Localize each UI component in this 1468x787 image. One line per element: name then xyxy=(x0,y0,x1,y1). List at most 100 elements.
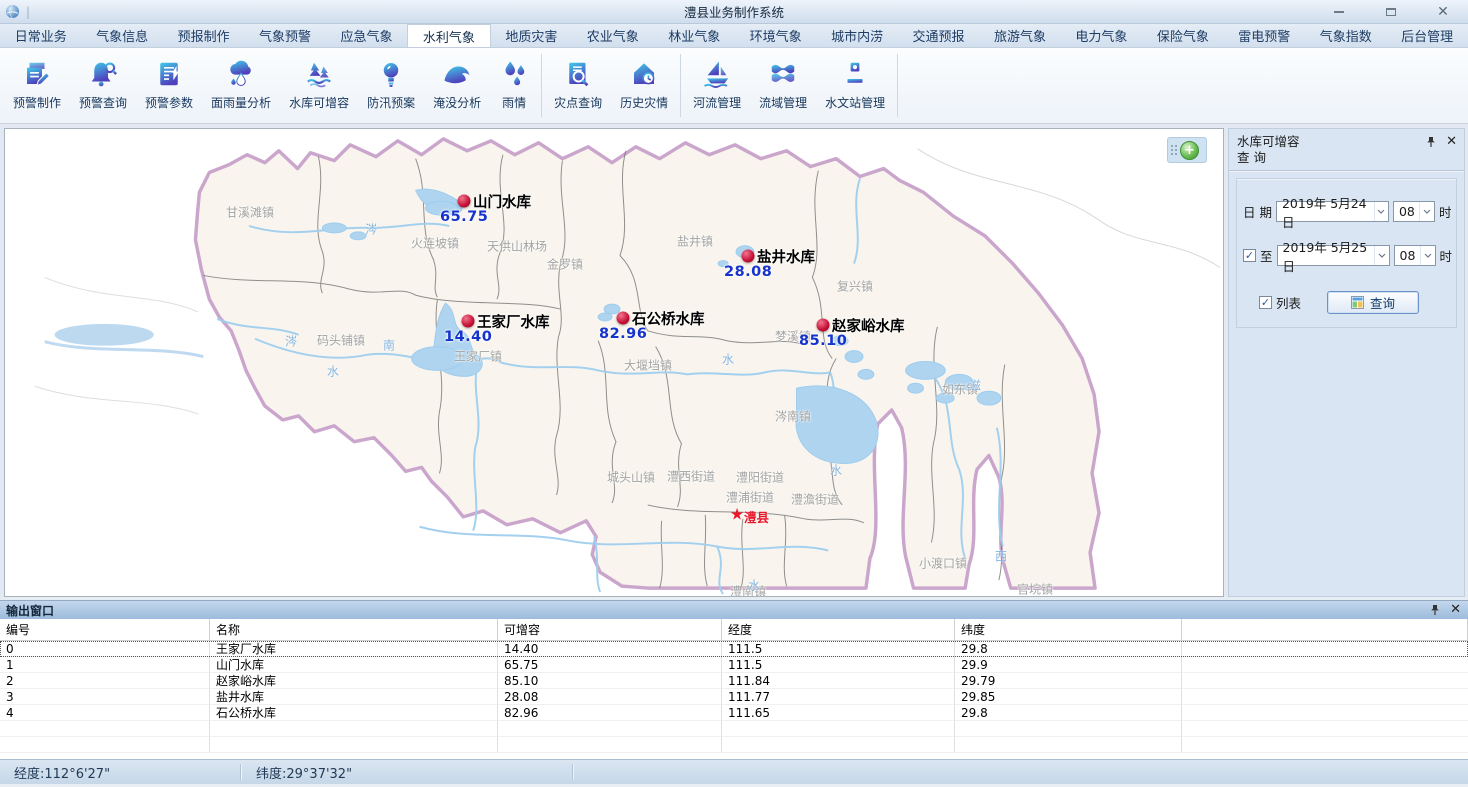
zoom-in-button[interactable]: + xyxy=(1180,141,1199,160)
toolbar-button[interactable]: 灾点查询 xyxy=(545,48,611,123)
date-to-select[interactable]: 2019年 5月25日 xyxy=(1277,245,1390,266)
toolbar-button-label: 河流管理 xyxy=(693,94,741,111)
river-label: 南 xyxy=(383,337,395,354)
menu-tab-6[interactable]: 地质灾害 xyxy=(491,24,572,47)
town-label: 天供山林场 xyxy=(487,238,547,255)
column-header[interactable]: 可增容 xyxy=(498,619,722,640)
menu-tab-11[interactable]: 交通预报 xyxy=(898,24,979,47)
hour-suffix-label: 时 xyxy=(1440,246,1453,265)
toolbar-button[interactable]: 预警制作 xyxy=(4,48,70,123)
river-label: 涔 xyxy=(285,333,297,350)
toolbar-button[interactable]: 历史灾情 xyxy=(611,48,677,123)
hour-to-select[interactable]: 08 xyxy=(1394,245,1436,266)
toolbar-button[interactable]: 流域管理 xyxy=(750,48,816,123)
reservoir-marker[interactable] xyxy=(742,250,755,263)
map-region: 甘溪滩镇火连坡镇天供山林场金罗镇盐井镇复兴镇码头铺镇王家厂镇梦溪镇大堰垱镇涔南镇… xyxy=(0,124,1224,597)
table-cell: 3 xyxy=(0,689,210,705)
menu-tab-9[interactable]: 环境气象 xyxy=(735,24,816,47)
hour-from-select[interactable]: 08 xyxy=(1393,201,1435,222)
reservoir-trees-icon xyxy=(304,59,334,89)
menu-tab-5[interactable]: 水利气象 xyxy=(407,24,490,47)
reservoir-marker[interactable] xyxy=(462,315,475,328)
toolbar-button[interactable]: 淹没分析 xyxy=(424,48,490,123)
menu-tab-13[interactable]: 电力气象 xyxy=(1061,24,1142,47)
menu-tab-10[interactable]: 城市内涝 xyxy=(816,24,897,47)
menu-tab-2[interactable]: 预报制作 xyxy=(163,24,244,47)
column-header[interactable]: 编号 xyxy=(0,619,210,640)
query-button[interactable]: 查询 xyxy=(1327,291,1419,314)
menu-tab-17[interactable]: 后台管理 xyxy=(1386,24,1467,47)
drag-grip-icon[interactable] xyxy=(1171,145,1177,155)
table-cell: 山门水库 xyxy=(210,657,498,673)
reservoir-marker[interactable] xyxy=(458,195,471,208)
table-row[interactable]: 1山门水库65.75111.529.9 xyxy=(0,657,1468,673)
toolbar-button[interactable]: 面雨量分析 xyxy=(202,48,280,123)
table-row[interactable]: 4石公桥水库82.96111.6529.8 xyxy=(0,705,1468,721)
close-icon[interactable]: ✕ xyxy=(1432,4,1454,20)
maximize-icon[interactable] xyxy=(1380,4,1402,20)
menu-tab-3[interactable]: 气象预警 xyxy=(244,24,325,47)
table-row[interactable]: 2赵家峪水库85.10111.8429.79 xyxy=(0,673,1468,689)
toolbar-separator xyxy=(897,54,898,117)
river-label: 水 xyxy=(722,351,734,368)
menu-tab-4[interactable]: 应急气象 xyxy=(326,24,407,47)
reservoir-marker[interactable] xyxy=(817,319,830,332)
town-label: 澧浦街道 xyxy=(726,489,774,506)
table-cell xyxy=(0,737,210,753)
date-to-value: 2019年 5月25日 xyxy=(1283,237,1375,275)
list-checkbox[interactable]: ✓ xyxy=(1259,296,1272,309)
table-header-row: 编号名称可增容经度纬度 xyxy=(0,619,1468,641)
pin-icon[interactable] xyxy=(1430,604,1440,616)
town-label: 涔南镇 xyxy=(775,408,811,425)
bell-search-icon xyxy=(88,59,118,89)
minimize-icon[interactable] xyxy=(1328,4,1350,20)
to-checkbox[interactable]: ✓ xyxy=(1243,249,1256,262)
town-label: 复兴镇 xyxy=(837,278,873,295)
map-canvas[interactable]: 甘溪滩镇火连坡镇天供山林场金罗镇盐井镇复兴镇码头铺镇王家厂镇梦溪镇大堰垱镇涔南镇… xyxy=(4,128,1224,597)
table-cell: 28.08 xyxy=(498,689,722,705)
table-cell: 石公桥水库 xyxy=(210,705,498,721)
chevron-down-icon xyxy=(1419,202,1434,221)
column-header[interactable]: 纬度 xyxy=(955,619,1182,640)
column-header[interactable]: 名称 xyxy=(210,619,498,640)
hour-suffix-label: 时 xyxy=(1439,202,1452,221)
menu-tab-7[interactable]: 农业气象 xyxy=(572,24,653,47)
menu-tab-14[interactable]: 保险气象 xyxy=(1142,24,1223,47)
pin-icon[interactable] xyxy=(1426,136,1436,148)
menu-tab-12[interactable]: 旅游气象 xyxy=(979,24,1060,47)
town-label: 大堰垱镇 xyxy=(624,357,672,374)
column-header[interactable]: 经度 xyxy=(722,619,955,640)
table-cell: 29.9 xyxy=(955,657,1182,673)
menu-tab-8[interactable]: 林业气象 xyxy=(654,24,735,47)
status-bar: 经度:112°6'27" 纬度:29°37'32" xyxy=(0,759,1468,784)
toolbar-button-label: 预警参数 xyxy=(145,94,193,111)
toolbar-button[interactable]: 雨情 xyxy=(490,48,538,123)
menu-tab-0[interactable]: 日常业务 xyxy=(0,24,81,47)
doc-search-icon xyxy=(563,59,593,89)
title-bar: | 澧县业务制作系统 ✕ xyxy=(0,0,1468,24)
table-row[interactable]: 3盐井水库28.08111.7729.85 xyxy=(0,689,1468,705)
table-cell xyxy=(498,737,722,753)
table-row[interactable]: 0王家厂水库14.40111.529.8 xyxy=(0,641,1468,657)
close-output-icon[interactable]: ✕ xyxy=(1450,603,1461,616)
toolbar-button[interactable]: 水文站管理 xyxy=(816,48,894,123)
status-latitude: 纬度:29°37'32" xyxy=(242,760,572,784)
menu-tab-1[interactable]: 气象信息 xyxy=(81,24,162,47)
toolbar-button[interactable]: 预警查询 xyxy=(70,48,136,123)
output-window: 输出窗口 ✕ 编号名称可增容经度纬度0王家厂水库14.40111.529.81山… xyxy=(0,600,1468,759)
table-cell: 111.77 xyxy=(722,689,955,705)
toolbar-button[interactable]: 预警参数 xyxy=(136,48,202,123)
menu-tab-15[interactable]: 雷电预警 xyxy=(1224,24,1305,47)
toolbar-button[interactable]: 水库可增容 xyxy=(280,48,358,123)
close-panel-icon[interactable]: ✕ xyxy=(1446,135,1457,148)
date-from-select[interactable]: 2019年 5月24日 xyxy=(1276,201,1389,222)
toolbar-button-label: 灾点查询 xyxy=(554,94,602,111)
toolbar-group-0: 预警制作预警查询预警参数面雨量分析水库可增容防汛预案淹没分析雨情 xyxy=(4,48,538,123)
table-cell xyxy=(0,721,210,737)
menu-tab-16[interactable]: 气象指数 xyxy=(1305,24,1386,47)
toolbar-button[interactable]: 防汛预案 xyxy=(358,48,424,123)
table-cell: 111.5 xyxy=(722,657,955,673)
toolbar-button[interactable]: 河流管理 xyxy=(684,48,750,123)
table-cell-filler xyxy=(1182,641,1468,657)
reservoir-marker[interactable] xyxy=(617,312,630,325)
